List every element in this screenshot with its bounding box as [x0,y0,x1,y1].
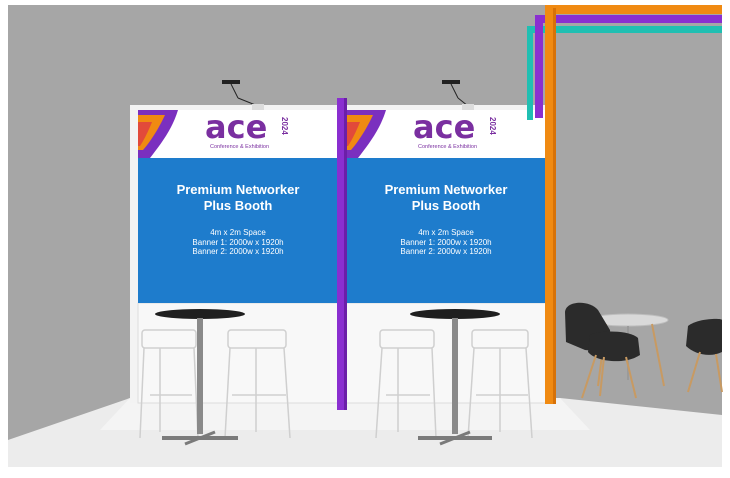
teal-post [527,28,533,120]
banner-spec-line3: Banner 2: 2000w x 1920h [400,247,492,256]
banner-spec-line2: Banner 1: 2000w x 1920h [400,237,492,247]
logo-subtitle-right: Conference & Exhibition [418,144,478,150]
banner-spec-line1: 4m x 2m Space [210,228,266,237]
booth-scene: ace 2024 Conference & Exhibition ace 202… [0,0,730,473]
orange-beam [545,5,722,14]
banner-title-line2: Plus Booth [203,198,273,213]
purple-post [535,18,543,118]
banner-title-line2: Plus Booth [411,198,481,213]
banner-spec-line2: Banner 1: 2000w x 1920h [192,237,284,247]
banner-title-line1: Premium Networker [176,182,300,197]
banner-title-line1: Premium Networker [384,182,508,197]
banner-spec-line1: 4m x 2m Space [418,228,474,237]
logo-year-right: 2024 [488,117,497,135]
banner-spec-line3: Banner 2: 2000w x 1920h [192,247,284,256]
orange-post-edge [553,8,556,404]
logo-wordmark-right: ace [413,108,476,146]
banner-right-text: Premium Networker Plus Booth 4m x 2m Spa… [342,182,550,257]
logo-subtitle-left: Conference & Exhibition [210,144,270,150]
teal-beam [527,26,722,33]
banner-left-text: Premium Networker Plus Booth 4m x 2m Spa… [134,182,342,257]
lower-wall-left [137,302,339,404]
logo-year-left: 2024 [280,117,289,135]
logo-wordmark-left: ace [205,108,268,146]
purple-beam [535,15,722,23]
